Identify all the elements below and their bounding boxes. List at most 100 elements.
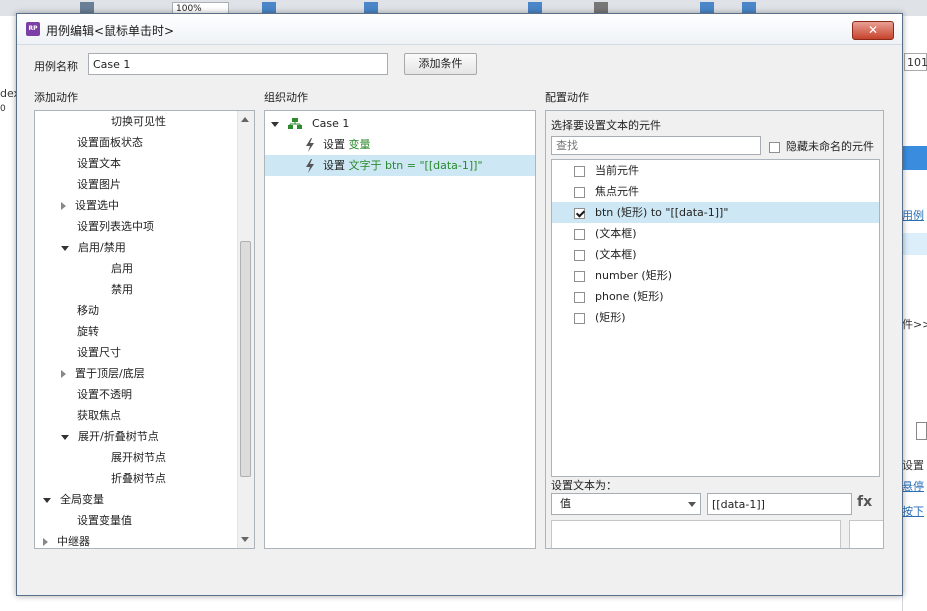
add-action-item[interactable]: 全局变量	[35, 489, 104, 510]
widget-list-item[interactable]: (矩形)	[552, 307, 879, 328]
widget-label: (矩形)	[595, 311, 626, 324]
scroll-thumb[interactable]	[240, 241, 251, 477]
scroll-up-icon[interactable]	[241, 117, 249, 122]
action-item[interactable]: 设置 变量	[265, 134, 535, 155]
widget-checkbox[interactable]	[574, 207, 585, 219]
bg-text[interactable]: 件>>	[902, 316, 927, 332]
collapsed-icon[interactable]	[43, 538, 48, 546]
add-action-item[interactable]: 启用/禁用	[35, 237, 126, 258]
fx-icon[interactable]: fx	[857, 494, 872, 510]
hide-unnamed-toggle[interactable]: 隐藏未命名的元件	[769, 138, 874, 154]
add-actions-scrollbar[interactable]	[237, 111, 254, 548]
add-action-label: 切换可见性	[111, 115, 166, 128]
toolbar-icon[interactable]	[364, 2, 378, 13]
add-action-item[interactable]: 设置尺寸	[35, 342, 121, 363]
widget-label: number (矩形)	[595, 269, 673, 282]
toolbar-icon[interactable]	[262, 2, 276, 13]
add-action-item[interactable]: 移动	[35, 300, 99, 321]
add-action-item[interactable]: 设置文本	[35, 153, 121, 174]
add-action-item[interactable]: 折叠树节点	[35, 468, 166, 489]
add-action-item[interactable]: 旋转	[35, 321, 99, 342]
widget-checkbox[interactable]	[574, 186, 585, 198]
case-name-input[interactable]	[88, 53, 388, 75]
widget-list: 当前元件焦点元件 btn (矩形) to "[[data-1]]" (文本框) (文本…	[551, 159, 880, 477]
add-action-item[interactable]: 中继器	[35, 531, 90, 548]
add-action-label: 启用	[111, 262, 133, 275]
widget-checkbox[interactable]	[574, 228, 585, 240]
add-action-item[interactable]: 获取焦点	[35, 405, 121, 426]
expanded-icon[interactable]	[61, 434, 69, 440]
add-action-item[interactable]: 设置不透明	[35, 384, 132, 405]
rp-app-icon: RP	[26, 22, 40, 36]
widget-label: (文本框)	[595, 227, 637, 240]
add-action-label: 移动	[77, 304, 99, 317]
widget-search-input[interactable]	[551, 136, 761, 155]
case-editor-dialog: RP 用例编辑<鼠标单击时> ✕ 用例名称 添加条件 添加动作 组织动作 配置动…	[16, 13, 903, 596]
bg-link[interactable]: 悬停	[902, 478, 924, 494]
toolbar-icon[interactable]	[700, 2, 714, 13]
widget-checkbox[interactable]	[574, 249, 585, 261]
text-value-input[interactable]	[707, 493, 852, 515]
add-condition-button[interactable]: 添加条件	[404, 53, 477, 75]
add-action-label: 设置不透明	[77, 388, 132, 401]
lock-icon[interactable]	[594, 2, 608, 13]
bg-text: 设置	[902, 459, 924, 472]
bg-link[interactable]: 按下	[902, 503, 924, 519]
widget-label: 焦点元件	[595, 185, 639, 198]
add-action-label: 展开/折叠树节点	[78, 430, 159, 443]
add-action-label: 设置面板状态	[77, 136, 143, 149]
add-action-item[interactable]: 设置选中	[35, 195, 119, 216]
widget-checkbox[interactable]	[574, 165, 585, 177]
organize-actions-header: 组织动作	[264, 91, 308, 104]
case-name-label: 用例名称	[34, 60, 78, 73]
add-action-item[interactable]: 设置列表选中项	[35, 216, 154, 237]
expand-icon[interactable]	[271, 121, 279, 127]
add-action-item[interactable]: 设置面板状态	[35, 132, 143, 153]
toolbar-icon[interactable]	[80, 2, 94, 13]
add-action-item[interactable]: 切换可见性	[35, 111, 166, 132]
add-action-label: 启用/禁用	[78, 241, 126, 254]
widget-list-item[interactable]: (文本框)	[552, 223, 879, 244]
add-action-item[interactable]: 置于顶层/底层	[35, 363, 145, 384]
add-action-item[interactable]: 展开树节点	[35, 447, 166, 468]
widget-list-item[interactable]: number (矩形)	[552, 265, 879, 286]
widget-list-item[interactable]: btn (矩形) to "[[data-1]]"	[552, 202, 879, 223]
widget-label: phone (矩形)	[595, 290, 664, 303]
add-action-item[interactable]: 设置变量值	[35, 510, 132, 531]
bg-text[interactable]: 101	[907, 56, 927, 69]
bg-blue-tab[interactable]	[902, 146, 927, 170]
collapsed-icon[interactable]	[61, 370, 66, 378]
widget-label: (文本框)	[595, 248, 637, 261]
widget-list-item[interactable]: phone (矩形)	[552, 286, 879, 307]
add-action-item[interactable]: 展开/折叠树节点	[35, 426, 159, 447]
toolbar-icon[interactable]	[528, 2, 542, 13]
widget-list-item[interactable]: 当前元件	[552, 160, 879, 181]
case-node[interactable]: Case 1	[271, 113, 349, 134]
widget-checkbox[interactable]	[574, 270, 585, 282]
toolbar-icon[interactable]	[742, 2, 756, 13]
add-action-item[interactable]: 禁用	[35, 279, 133, 300]
add-action-label: 设置选中	[75, 199, 119, 212]
scroll-down-icon[interactable]	[241, 537, 249, 542]
add-action-label: 设置尺寸	[77, 346, 121, 359]
expanded-icon[interactable]	[43, 497, 51, 503]
add-action-item[interactable]: 设置图片	[35, 174, 121, 195]
configure-actions-panel: 选择要设置文本的元件 隐藏未命名的元件 当前元件焦点元件 btn (矩形) to …	[545, 110, 884, 549]
set-text-label: 设置文本为：	[551, 479, 617, 492]
add-action-label: 设置图片	[77, 178, 121, 191]
widget-list-item[interactable]: 焦点元件	[552, 181, 879, 202]
widget-checkbox[interactable]	[574, 312, 585, 324]
expanded-icon[interactable]	[61, 245, 69, 251]
value-type-select[interactable]: 值	[551, 493, 701, 515]
widget-checkbox[interactable]	[574, 291, 585, 303]
widget-label: 当前元件	[595, 164, 639, 177]
collapsed-icon[interactable]	[61, 202, 66, 210]
bg-link[interactable]: 用例	[902, 207, 924, 223]
chevron-down-icon	[688, 502, 696, 507]
action-item-selected[interactable]: 设置 文字于 btn = "[[data-1]]"	[265, 155, 535, 176]
hide-unnamed-checkbox[interactable]	[769, 141, 780, 153]
add-action-item[interactable]: 启用	[35, 258, 133, 279]
close-button[interactable]: ✕	[852, 21, 894, 40]
dialog-titlebar[interactable]: RP 用例编辑<鼠标单击时> ✕	[17, 14, 902, 45]
widget-list-item[interactable]: (文本框)	[552, 244, 879, 265]
